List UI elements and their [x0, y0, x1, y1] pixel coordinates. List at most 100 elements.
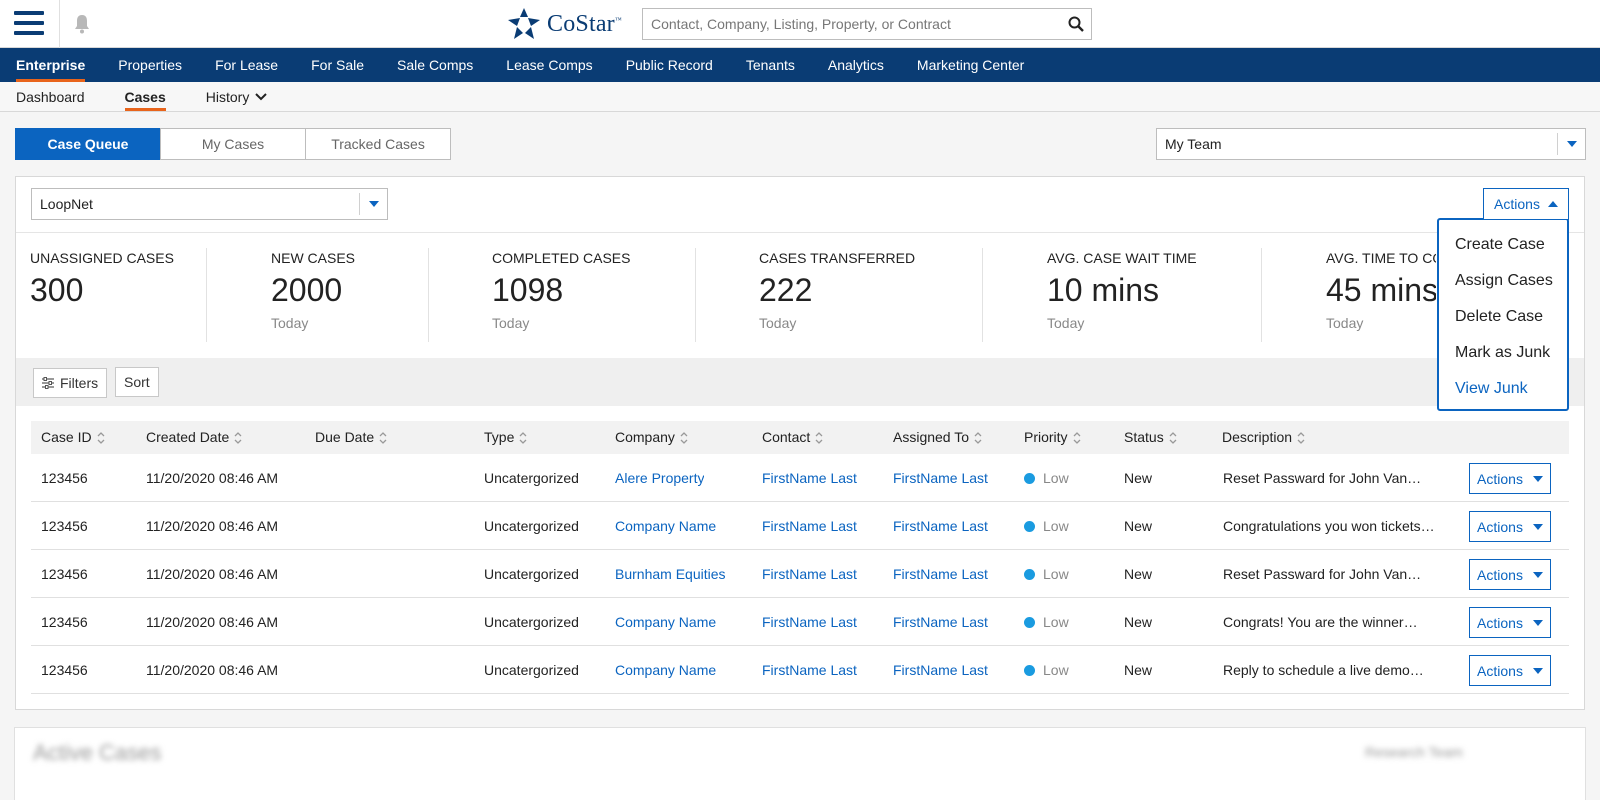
contact-link[interactable]: FirstName Last — [762, 454, 857, 502]
filters-button[interactable]: Filters — [33, 368, 108, 398]
tab-case-queue[interactable]: Case Queue — [15, 128, 161, 160]
priority-dot-icon — [1024, 520, 1035, 532]
contact-link[interactable]: FirstName Last — [762, 550, 857, 598]
header-divider — [59, 0, 60, 48]
costar-logo[interactable]: CoStar™ — [507, 7, 622, 41]
cell-description: Reply to schedule a live demo… — [1223, 662, 1424, 678]
menu-view-junk[interactable]: View Junk — [1439, 371, 1567, 407]
search-icon[interactable] — [1061, 9, 1091, 39]
menu-delete-case[interactable]: Delete Case — [1439, 299, 1567, 335]
caret-down-icon — [1532, 523, 1543, 530]
company-link[interactable]: Alere Property — [615, 454, 704, 502]
table-row[interactable]: 123456 11/20/2020 08:46 AM Uncatergorize… — [31, 646, 1569, 694]
cell-type: Uncatergorized — [484, 614, 579, 630]
nav-public-record[interactable]: Public Record — [626, 48, 713, 82]
nav-properties[interactable]: Properties — [118, 48, 182, 82]
nav-tenants[interactable]: Tenants — [746, 48, 795, 82]
nav-sale-comps[interactable]: Sale Comps — [397, 48, 473, 82]
col-contact[interactable]: Contact — [762, 421, 823, 454]
cell-case-id: 123456 — [41, 518, 88, 534]
costar-star-icon — [508, 8, 540, 39]
table-header: Case ID Created Date Due Date Type Compa… — [31, 421, 1569, 454]
search-input[interactable] — [643, 9, 1061, 39]
tab-my-cases[interactable]: My Cases — [160, 128, 306, 160]
stat-label: AVG. TIME TO CO — [1326, 250, 1436, 266]
sort-button[interactable]: Sort — [115, 367, 159, 397]
cell-status: New — [1124, 614, 1153, 630]
menu-assign-cases[interactable]: Assign Cases — [1439, 263, 1567, 299]
stat-separator — [206, 248, 207, 342]
company-link[interactable]: Burnham Equities — [615, 550, 726, 598]
sort-icon — [97, 431, 105, 444]
menu-mark-as-junk[interactable]: Mark as Junk — [1439, 335, 1567, 371]
nav-enterprise[interactable]: Enterprise — [16, 48, 86, 82]
nav-marketing-center[interactable]: Marketing Center — [917, 48, 1024, 82]
row-actions-button[interactable]: Actions — [1469, 655, 1551, 686]
col-description[interactable]: Description — [1222, 421, 1305, 454]
stat-value: 300 — [30, 272, 84, 308]
active-cases-team-select[interactable]: Research Team — [1365, 744, 1463, 760]
subnav-cases[interactable]: Cases — [124, 82, 167, 112]
cell-created-date: 11/20/2020 08:46 AM — [146, 614, 279, 630]
col-created-date[interactable]: Created Date — [146, 421, 242, 454]
col-case-id[interactable]: Case ID — [41, 421, 105, 454]
assigned-to-link[interactable]: FirstName Last — [893, 550, 988, 598]
table-row[interactable]: 123456 11/20/2020 08:46 AM Uncatergorize… — [31, 550, 1569, 598]
assigned-to-link[interactable]: FirstName Last — [893, 502, 988, 550]
tab-tracked-cases[interactable]: Tracked Cases — [305, 128, 451, 160]
hamburger-menu-icon[interactable] — [14, 11, 44, 37]
stat-value: 1098 — [492, 272, 564, 308]
priority-label: Low — [1043, 614, 1069, 630]
priority-dot-icon — [1024, 616, 1035, 628]
team-select[interactable]: My Team — [1156, 128, 1586, 160]
sort-icon — [519, 431, 527, 444]
stat-sub: Today — [759, 315, 797, 331]
contact-link[interactable]: FirstName Last — [762, 598, 857, 646]
priority-label: Low — [1043, 662, 1069, 678]
col-type[interactable]: Type — [484, 421, 527, 454]
nav-lease-comps[interactable]: Lease Comps — [506, 48, 592, 82]
assigned-to-link[interactable]: FirstName Last — [893, 598, 988, 646]
stat-label: CASES TRANSFERRED — [759, 250, 916, 266]
source-select-value: LoopNet — [40, 196, 93, 212]
col-due-date[interactable]: Due Date — [315, 421, 387, 454]
col-priority[interactable]: Priority — [1024, 421, 1081, 454]
nav-for-sale[interactable]: For Sale — [311, 48, 364, 82]
priority-dot-icon — [1024, 568, 1035, 580]
stat-separator — [1261, 248, 1262, 342]
team-select-caret-icon — [1557, 133, 1585, 155]
bell-icon[interactable] — [72, 13, 92, 35]
assigned-to-link[interactable]: FirstName Last — [893, 646, 988, 694]
col-company[interactable]: Company — [615, 421, 688, 454]
stat-sub: Today — [271, 315, 309, 331]
actions-dropdown-button[interactable]: Actions — [1483, 188, 1569, 220]
row-actions-button[interactable]: Actions — [1469, 463, 1551, 494]
col-assigned-to[interactable]: Assigned To — [893, 421, 982, 454]
row-actions-button[interactable]: Actions — [1469, 559, 1551, 590]
table-row[interactable]: 123456 11/20/2020 08:46 AM Uncatergorize… — [31, 454, 1569, 502]
company-link[interactable]: Company Name — [615, 502, 716, 550]
contact-link[interactable]: FirstName Last — [762, 646, 857, 694]
menu-create-case[interactable]: Create Case — [1439, 227, 1567, 263]
subnav-history-label: History — [205, 88, 250, 105]
col-status[interactable]: Status — [1124, 421, 1177, 454]
source-select[interactable]: LoopNet — [31, 188, 388, 220]
cell-status: New — [1124, 566, 1153, 582]
row-actions-button[interactable]: Actions — [1469, 607, 1551, 638]
contact-link[interactable]: FirstName Last — [762, 502, 857, 550]
subnav-history[interactable]: History — [206, 82, 268, 112]
table-row[interactable]: 123456 11/20/2020 08:46 AM Uncatergorize… — [31, 502, 1569, 550]
caret-down-icon — [1532, 619, 1543, 626]
nav-for-lease[interactable]: For Lease — [215, 48, 278, 82]
row-actions-button[interactable]: Actions — [1469, 511, 1551, 542]
stat-transferred: CASES TRANSFERRED 222 Today — [759, 250, 915, 331]
cell-status: New — [1124, 470, 1153, 486]
team-select-value: My Team — [1165, 136, 1222, 152]
company-link[interactable]: Company Name — [615, 598, 716, 646]
assigned-to-link[interactable]: FirstName Last — [893, 454, 988, 502]
nav-analytics[interactable]: Analytics — [828, 48, 884, 82]
table-row[interactable]: 123456 11/20/2020 08:46 AM Uncatergorize… — [31, 598, 1569, 646]
cell-priority: Low — [1024, 598, 1069, 646]
company-link[interactable]: Company Name — [615, 646, 716, 694]
subnav-dashboard[interactable]: Dashboard — [16, 82, 85, 112]
